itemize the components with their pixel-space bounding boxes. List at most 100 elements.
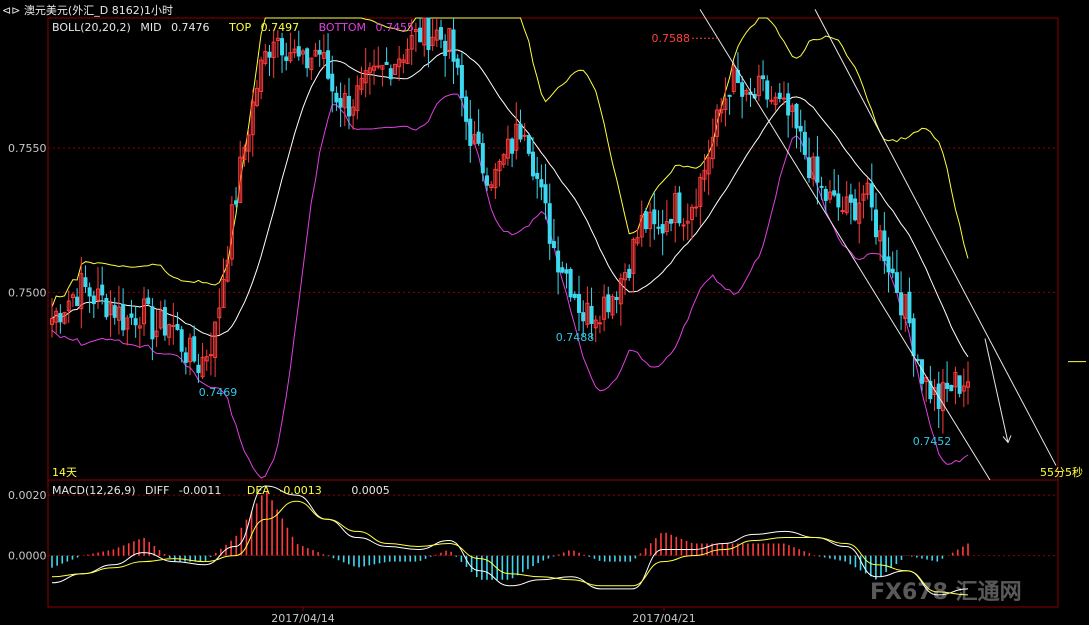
- candle-body: [112, 305, 117, 318]
- candle-body: [317, 49, 322, 55]
- candle: [610, 293, 615, 320]
- candle: [418, 18, 423, 43]
- candle: [827, 180, 832, 204]
- candle: [698, 173, 703, 226]
- candle: [476, 109, 481, 146]
- candle: [296, 30, 301, 61]
- candle: [568, 267, 573, 302]
- date-tick-label: 2017/04/21: [632, 612, 695, 625]
- candle-body: [87, 287, 92, 297]
- candle: [652, 191, 657, 240]
- candle-body: [777, 92, 782, 99]
- candle: [162, 299, 167, 341]
- candle: [761, 60, 766, 92]
- candle-body: [179, 329, 184, 352]
- candle: [781, 81, 786, 105]
- boll-top-value: 0.7497: [260, 21, 300, 34]
- candle: [953, 366, 958, 405]
- candle: [54, 307, 59, 334]
- candle: [280, 32, 285, 73]
- candle: [811, 152, 816, 187]
- candle-body: [443, 40, 448, 56]
- candle: [321, 34, 326, 69]
- candle: [338, 82, 343, 128]
- candle-body: [484, 175, 489, 186]
- candle: [961, 368, 966, 408]
- candle: [468, 99, 473, 163]
- candle-body: [426, 17, 431, 51]
- back-forward-icon[interactable]: ⊲⊳: [2, 4, 20, 17]
- candle: [204, 349, 209, 371]
- price-annotation-label: 0.7469: [199, 386, 238, 399]
- candle: [727, 94, 732, 115]
- candle: [936, 371, 941, 428]
- candle: [890, 251, 895, 279]
- candle-body: [589, 305, 594, 324]
- candle: [945, 361, 950, 402]
- candle-body: [518, 123, 523, 140]
- candle: [116, 285, 121, 335]
- candle: [719, 98, 724, 123]
- candle: [70, 292, 75, 307]
- candle-body: [234, 200, 239, 205]
- candle-body: [338, 97, 343, 108]
- boll-bottom-label: BOTTOM: [318, 21, 366, 34]
- candle: [769, 85, 774, 105]
- candle: [175, 312, 180, 331]
- candle-body: [543, 184, 548, 204]
- candle: [614, 291, 619, 314]
- candle: [376, 46, 381, 70]
- candle-body: [284, 56, 289, 61]
- candle-body: [129, 313, 134, 318]
- macd-tick-label: 0.0020: [8, 489, 47, 502]
- candle: [275, 30, 280, 58]
- boll-bottom-line: [51, 93, 969, 479]
- candle: [656, 210, 661, 235]
- candle: [380, 65, 385, 87]
- price-annotations: 0.7469 0.7488 0.7588 0.7452: [199, 32, 952, 448]
- chart-canvas[interactable]: 0.7469 0.7488 0.7588 0.7452 0.7500 0.7550 0.0…: [0, 0, 1089, 625]
- candle-body: [560, 267, 565, 273]
- trend-channel-upper: [814, 9, 1057, 466]
- candle-body: [568, 269, 573, 298]
- candle: [171, 302, 176, 345]
- candle-body: [740, 82, 745, 97]
- candle: [121, 288, 126, 337]
- candle: [75, 288, 80, 307]
- boll-mid-line: [51, 49, 969, 358]
- candle: [949, 384, 954, 392]
- candle: [786, 82, 791, 138]
- candle-body: [75, 296, 80, 306]
- candle: [869, 163, 874, 221]
- candle-body: [305, 48, 310, 69]
- candle: [104, 293, 109, 320]
- candle-body: [468, 118, 473, 147]
- candle: [777, 83, 782, 103]
- candle: [422, 17, 427, 57]
- candle: [443, 34, 448, 77]
- candle: [790, 103, 795, 128]
- candle-body: [677, 192, 682, 224]
- candle: [179, 326, 184, 363]
- candle-body: [694, 206, 699, 209]
- price-panel-frame: [47, 17, 1059, 481]
- candle-body: [572, 293, 577, 298]
- candle-body: [869, 183, 874, 208]
- candle: [551, 218, 556, 249]
- candle: [853, 189, 858, 222]
- candle-body: [83, 277, 88, 287]
- candle-body: [945, 382, 950, 389]
- candle-body: [882, 230, 887, 262]
- candle: [430, 18, 435, 51]
- candle-body: [280, 38, 285, 56]
- candle: [292, 39, 297, 58]
- candle: [577, 275, 582, 331]
- candle: [702, 154, 707, 192]
- candle-body: [192, 336, 197, 362]
- candle-body: [476, 131, 481, 144]
- candle: [648, 202, 653, 248]
- candle-body: [899, 292, 904, 316]
- trend-channel: [699, 9, 1057, 481]
- candle-body: [330, 73, 335, 92]
- candle-body: [522, 134, 527, 137]
